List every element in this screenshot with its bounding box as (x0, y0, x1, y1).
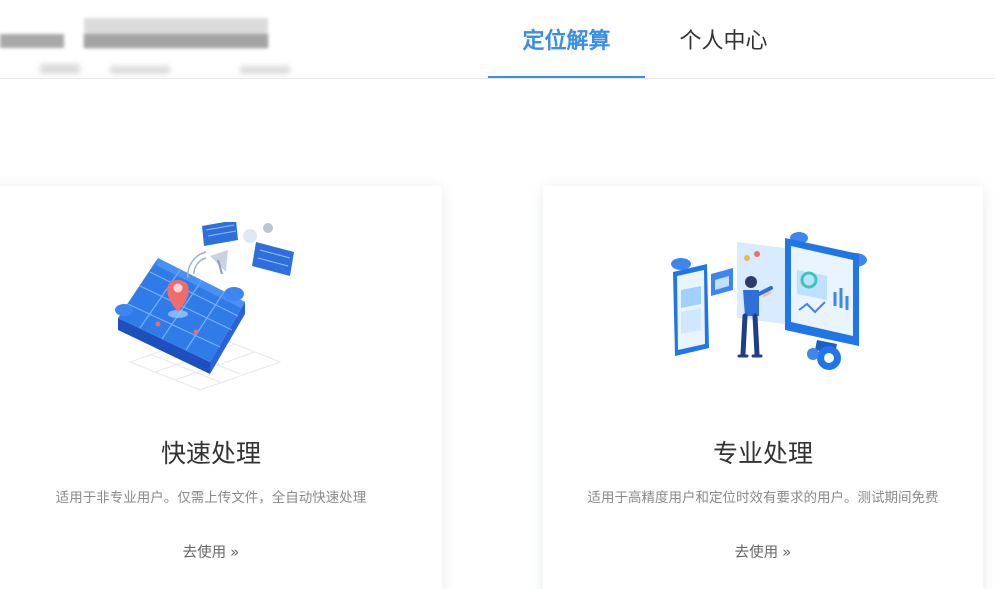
top-navbar: 定位解算 个人中心 (0, 0, 995, 79)
page: 定位解算 个人中心 快速处理 适用于非专业用户。仅需上传文件，全自动快速处理 去… (0, 0, 995, 589)
double-chevron-right-icon: » (230, 543, 240, 561)
go-use-label: 去使用 (734, 545, 779, 561)
tab-positioning-solution[interactable]: 定位解算 (488, 0, 645, 78)
professional-processing-card[interactable]: 专业处理 适用于高精度用户和定位时效有要求的用户。测试期间免费 去使用» (543, 186, 983, 589)
card-title: 快速处理 (160, 439, 261, 468)
monitor-analyst-illustration (671, 232, 867, 370)
card-title: 专业处理 (712, 439, 813, 468)
card-description: 适用于高精度用户和定位时效有要求的用户。测试期间免费 (587, 490, 939, 506)
go-use-link[interactable]: 去使用» (0, 541, 442, 562)
double-chevron-right-icon: » (782, 543, 792, 561)
go-use-link[interactable]: 去使用» (543, 541, 983, 562)
active-tab-indicator (488, 76, 645, 78)
go-use-label: 去使用 (182, 545, 227, 561)
quick-processing-card[interactable]: 快速处理 适用于非专业用户。仅需上传文件，全自动快速处理 去使用» (0, 186, 442, 589)
card-description: 适用于非专业用户。仅需上传文件，全自动快速处理 (55, 490, 367, 506)
brand-logo-blurred (0, 14, 290, 78)
tab-personal-center[interactable]: 个人中心 (645, 0, 802, 78)
satellite-map-illustration (115, 222, 294, 391)
